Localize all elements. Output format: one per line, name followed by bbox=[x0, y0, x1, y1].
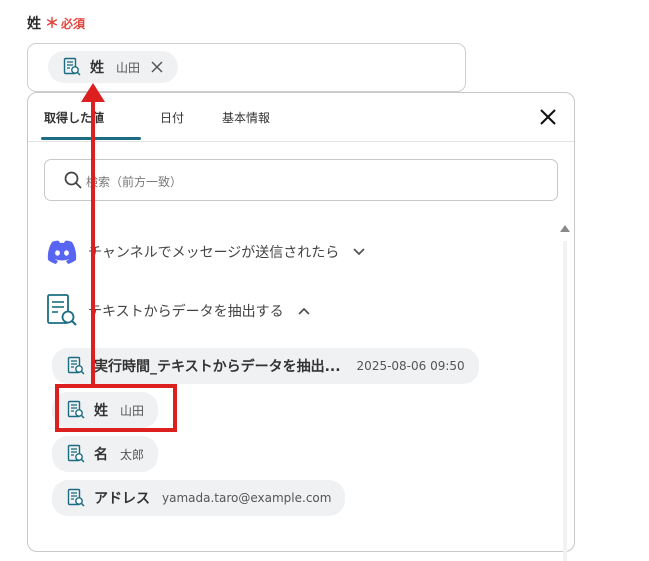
item-name: アドレス bbox=[94, 491, 150, 507]
discord-icon bbox=[47, 240, 77, 264]
section-label: テキストからデータを抽出する bbox=[88, 304, 284, 320]
token-value: 山田 bbox=[116, 60, 141, 75]
item-name: 名 bbox=[94, 447, 108, 463]
value-picker-panel: 取得した値 日付 基本情報 検索（前方一致） チャンネルでメッセージが送信された… bbox=[27, 92, 575, 561]
required-mark: ＊ bbox=[45, 16, 59, 32]
search-field[interactable]: 検索（前方一致） bbox=[44, 159, 558, 201]
section-extract-data[interactable]: テキストからデータを抽出する bbox=[46, 293, 310, 329]
close-icon[interactable] bbox=[538, 107, 558, 127]
item-name: 実行時間_テキストからデータを抽出... bbox=[94, 359, 341, 375]
active-tab-indicator bbox=[41, 137, 141, 140]
field-label: 姓＊必須 bbox=[27, 13, 85, 33]
required-text: 必須 bbox=[61, 17, 86, 31]
tab-basic-info[interactable]: 基本情報 bbox=[222, 109, 270, 126]
section-discord-trigger[interactable]: チャンネルでメッセージが送信されたら bbox=[46, 239, 365, 265]
tab-acquired-values[interactable]: 取得した値 bbox=[44, 109, 104, 126]
document-search-icon bbox=[67, 488, 85, 507]
item-value: 太郎 bbox=[120, 447, 145, 462]
scrollbar[interactable] bbox=[563, 241, 567, 561]
list-item-first-name[interactable]: 名 太郎 bbox=[52, 436, 159, 472]
list-item-execution-time[interactable]: 実行時間_テキストからデータを抽出... 2025-08-06 09:50 bbox=[52, 348, 479, 384]
list-item-address[interactable]: アドレス yamada.taro@example.com bbox=[52, 480, 346, 516]
section-label: チャンネルでメッセージが送信されたら bbox=[88, 245, 340, 261]
annotation-highlight-box bbox=[55, 384, 177, 432]
document-search-icon bbox=[63, 57, 81, 76]
close-icon[interactable] bbox=[150, 60, 164, 74]
document-search-icon bbox=[67, 356, 85, 375]
field-label-text: 姓 bbox=[27, 16, 41, 32]
tab-date[interactable]: 日付 bbox=[160, 109, 184, 126]
document-search-icon bbox=[67, 444, 85, 463]
item-value: 2025-08-06 09:50 bbox=[356, 359, 465, 373]
search-icon bbox=[64, 171, 82, 189]
search-placeholder: 検索（前方一致） bbox=[86, 175, 183, 189]
document-search-icon bbox=[47, 294, 77, 326]
token-name: 姓 bbox=[90, 60, 104, 76]
chevron-up-icon bbox=[297, 307, 310, 315]
chevron-down-icon bbox=[353, 248, 365, 256]
selected-token[interactable]: 姓 山田 bbox=[48, 51, 179, 83]
tab-bar: 取得した値 日付 基本情報 bbox=[28, 93, 574, 142]
field-input[interactable]: 姓 山田 bbox=[27, 43, 466, 92]
scroll-up-arrow[interactable] bbox=[560, 225, 570, 232]
item-value: yamada.taro@example.com bbox=[162, 491, 332, 505]
